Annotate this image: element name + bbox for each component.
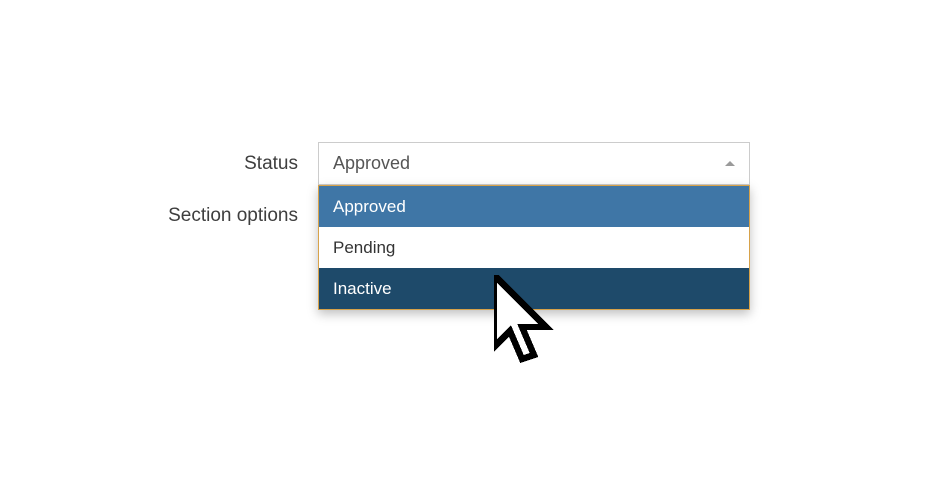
status-select-display[interactable]: Approved [318, 142, 750, 185]
caret-up-icon [725, 161, 735, 166]
section-options-row: Section options [158, 205, 318, 227]
dropdown-option-label: Approved [333, 197, 406, 217]
dropdown-option-pending[interactable]: Pending [319, 227, 749, 268]
status-select[interactable]: Approved Approved Pending Inactive [318, 142, 750, 185]
status-row: Status Approved Approved Pending Inactiv… [158, 142, 750, 185]
dropdown-option-approved[interactable]: Approved [319, 186, 749, 227]
dropdown-option-label: Pending [333, 238, 395, 258]
section-options-label: Section options [158, 205, 318, 227]
status-dropdown: Approved Pending Inactive [318, 185, 750, 310]
dropdown-option-inactive[interactable]: Inactive [319, 268, 749, 309]
status-label: Status [158, 153, 318, 175]
dropdown-option-label: Inactive [333, 279, 392, 299]
status-selected-value: Approved [333, 153, 410, 174]
